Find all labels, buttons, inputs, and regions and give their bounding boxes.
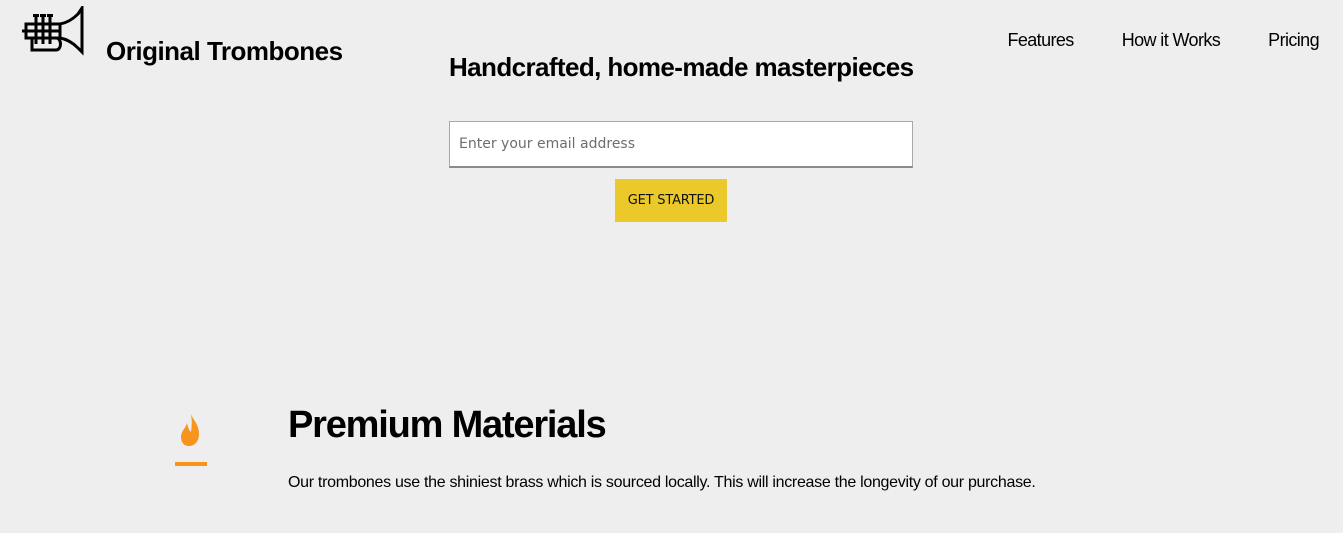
brand-name: Original Trombones [106,36,343,66]
email-input[interactable] [449,121,913,168]
feature-title: Premium Materials [288,404,607,446]
feature-description: Our trombones use the shiniest brass whi… [288,474,1036,491]
nav-link-features[interactable]: Features [1007,30,1074,51]
hero-title: Handcrafted, home-made masterpieces [449,52,914,82]
nav-link-how-it-works[interactable]: How it Works [1122,30,1221,51]
get-started-button[interactable]: GET STARTED [615,179,727,222]
nav-link-pricing[interactable]: Pricing [1268,30,1319,51]
flame-icon [175,414,207,466]
nav-bar: Features How it Works Pricing [1007,30,1319,51]
trumpet-icon [22,6,84,56]
